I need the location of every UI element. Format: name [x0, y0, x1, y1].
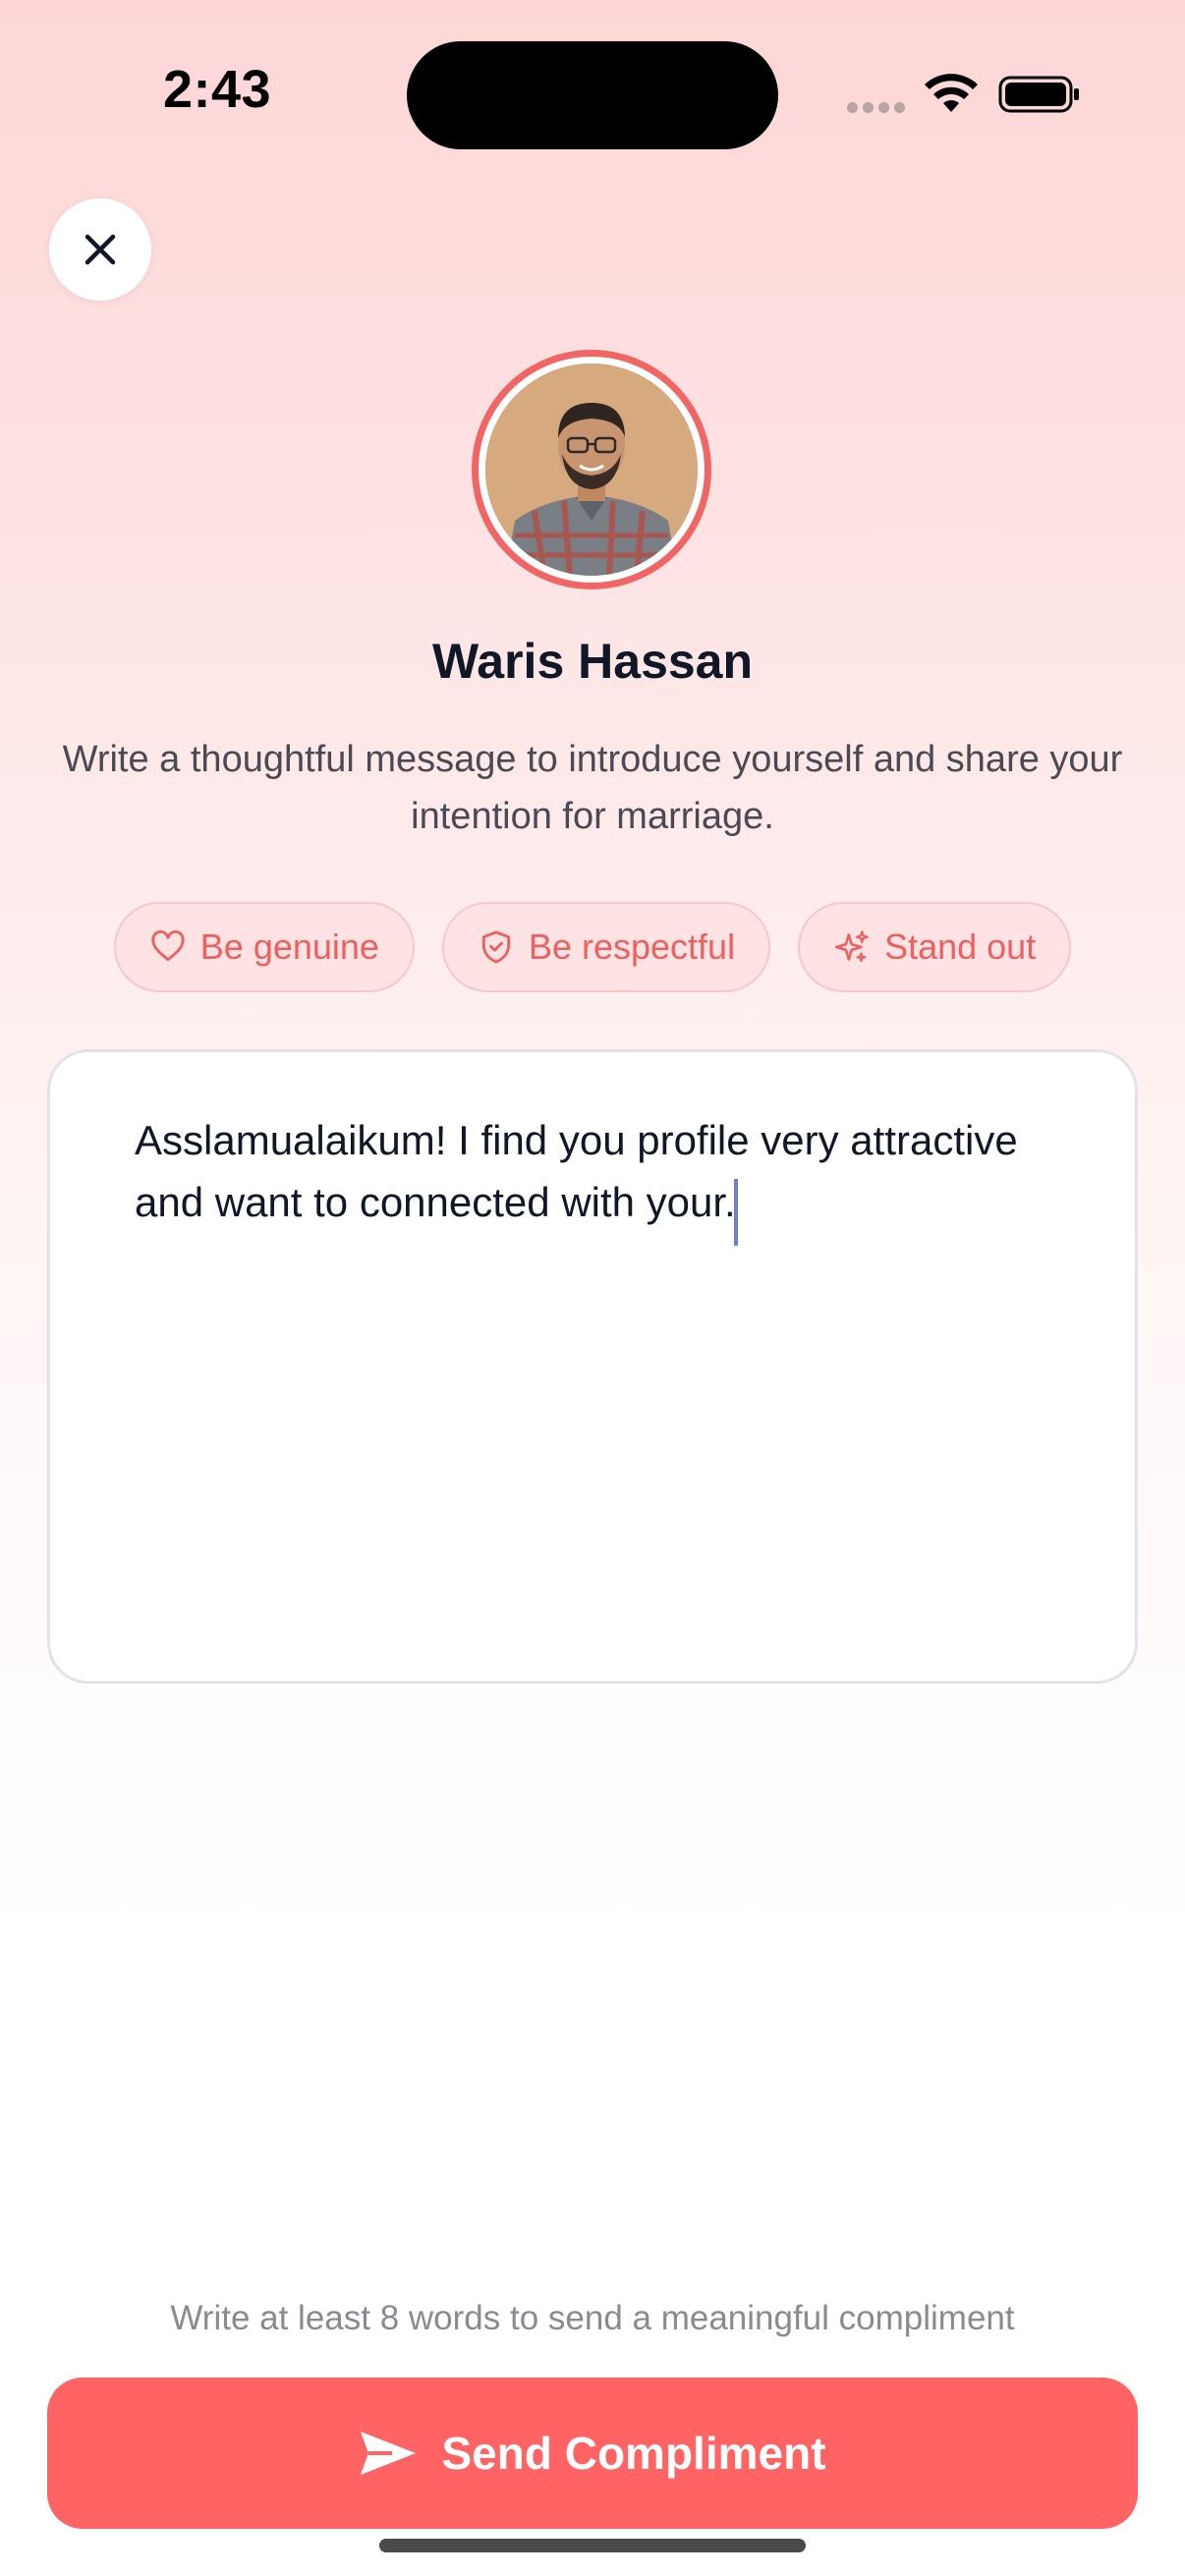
sparkles-icon	[834, 930, 869, 963]
text-caret	[733, 1178, 738, 1246]
heart-icon	[151, 929, 185, 962]
tip-be-genuine: Be genuine	[113, 902, 415, 992]
person-photo	[485, 364, 698, 576]
cellular-signal-icon	[847, 102, 905, 113]
send-icon	[361, 2432, 417, 2475]
message-text: Asslamualaikum! I find you profile very …	[135, 1117, 1018, 1225]
home-indicator[interactable]	[379, 2539, 806, 2552]
hint-text: Write at least 8 words to send a meaning…	[170, 2299, 1015, 2337]
message-textarea[interactable]: Asslamualaikum! I find you profile very …	[47, 1049, 1138, 1684]
intro-text: Write a thoughtful message to introduce …	[62, 739, 1123, 837]
tip-be-respectful: Be respectful	[441, 902, 771, 992]
status-time: 2:43	[163, 60, 272, 119]
tips-row: Be genuine Be respectful Stand out	[0, 902, 1185, 992]
tip-label: Stand out	[884, 926, 1037, 967]
profile-name: Waris Hassan	[431, 634, 754, 689]
battery-icon	[998, 76, 1079, 113]
dynamic-island	[407, 41, 778, 149]
shield-check-icon	[481, 930, 511, 964]
tip-label: Be genuine	[199, 926, 379, 967]
avatar-ring	[472, 350, 711, 589]
wifi-icon	[925, 74, 978, 112]
send-compliment-button[interactable]: Send Compliment	[47, 2378, 1138, 2529]
send-button-label: Send Compliment	[441, 2428, 826, 2479]
close-icon	[85, 234, 116, 265]
close-button[interactable]	[49, 198, 151, 301]
tip-stand-out: Stand out	[798, 902, 1072, 992]
tip-label: Be respectful	[528, 926, 736, 967]
avatar	[485, 364, 698, 576]
